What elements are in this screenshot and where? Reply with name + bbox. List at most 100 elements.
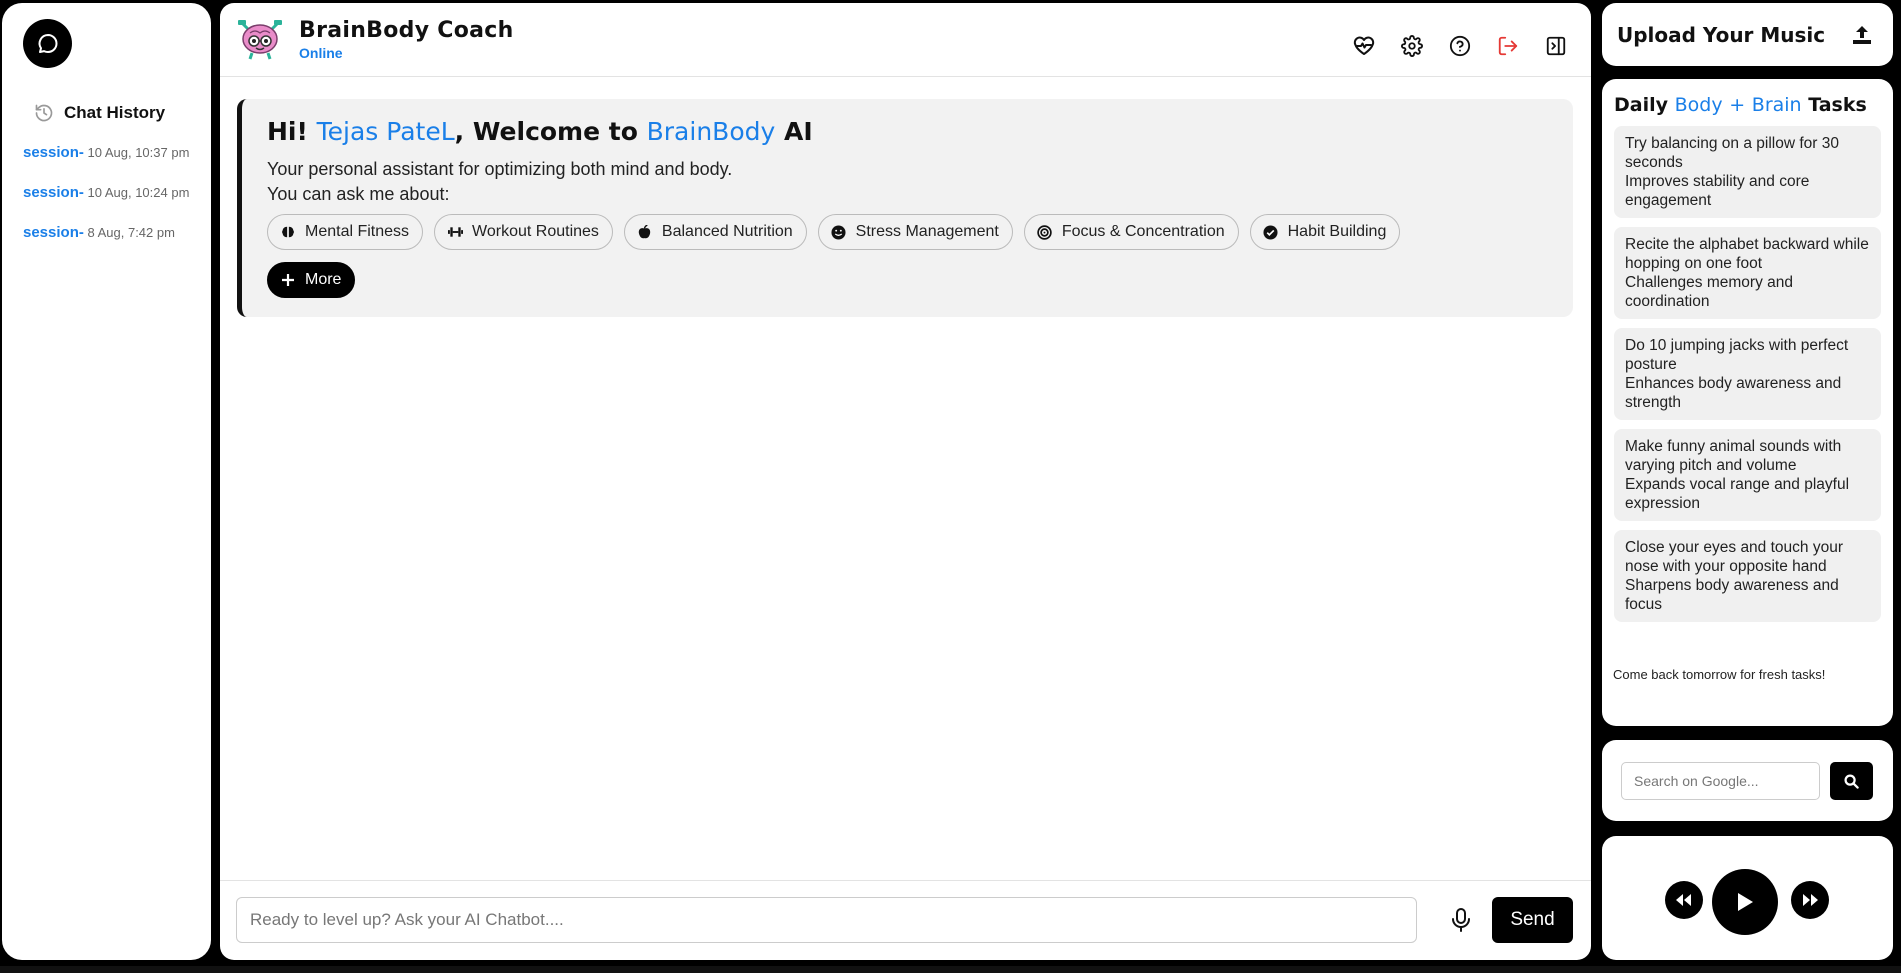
chat-bubble-icon bbox=[38, 33, 57, 53]
chip-label: Stress Management bbox=[855, 223, 999, 240]
chip-habit-building[interactable]: Habit Building bbox=[1249, 214, 1401, 250]
app-title: BrainBody Coach bbox=[299, 18, 514, 43]
sidebar-toggle-icon bbox=[1546, 36, 1566, 56]
welcome-title: Hi! Tejas PateL, Welcome to BrainBody AI bbox=[267, 117, 813, 146]
chat-history-label: Chat History bbox=[64, 103, 166, 122]
upload-icon[interactable] bbox=[1851, 24, 1873, 46]
tasks-title-body: Body bbox=[1674, 94, 1723, 116]
session-name: session- bbox=[23, 144, 84, 161]
chip-workout-routines[interactable]: Workout Routines bbox=[434, 214, 613, 250]
chat-history-header: Chat History bbox=[34, 103, 165, 123]
health-button[interactable] bbox=[1351, 33, 1377, 59]
dumbbell-icon bbox=[447, 227, 463, 237]
session-list: session- 10 Aug, 10:37 pm session- 10 Au… bbox=[23, 143, 203, 263]
more-topics-button[interactable]: More bbox=[267, 262, 356, 298]
fast-forward-icon bbox=[1803, 894, 1818, 906]
session-time: 10 Aug, 10:37 pm bbox=[87, 145, 190, 160]
chip-stress-management[interactable]: Stress Management bbox=[817, 214, 1013, 250]
chat-sidebar: Chat History session- 10 Aug, 10:37 pm s… bbox=[2, 3, 211, 960]
settings-button[interactable] bbox=[1399, 33, 1425, 59]
session-time: 8 Aug, 7:42 pm bbox=[87, 225, 175, 240]
topic-chips: Mental Fitness Workout Routines Balanced… bbox=[267, 214, 1467, 298]
plus-icon bbox=[282, 274, 294, 286]
google-search-input[interactable] bbox=[1621, 762, 1820, 800]
welcome-line-2: You can ask me about: bbox=[267, 184, 450, 204]
task-text: Recite the alphabet backward while hoppi… bbox=[1625, 236, 1869, 272]
session-item[interactable]: session- 10 Aug, 10:24 pm bbox=[23, 183, 203, 202]
toggle-panel-button[interactable] bbox=[1543, 33, 1569, 59]
help-button[interactable] bbox=[1447, 33, 1473, 59]
question-circle-icon bbox=[1449, 35, 1471, 57]
history-icon bbox=[35, 104, 53, 122]
play-icon bbox=[1738, 893, 1753, 911]
logout-icon bbox=[1498, 36, 1518, 56]
upload-music-title: Upload Your Music bbox=[1617, 23, 1826, 47]
session-time: 10 Aug, 10:24 pm bbox=[87, 185, 190, 200]
task-benefit: Sharpens body awareness and focus bbox=[1625, 577, 1839, 613]
chip-label: Balanced Nutrition bbox=[661, 223, 793, 240]
fast-forward-button[interactable] bbox=[1791, 881, 1829, 919]
chat-header: BrainBody Coach Online bbox=[220, 3, 1591, 77]
rewind-button[interactable] bbox=[1665, 881, 1703, 919]
brand-name: BrainBody bbox=[646, 117, 776, 146]
session-name: session- bbox=[23, 224, 84, 241]
welcome-greeting: Hi! bbox=[267, 117, 308, 146]
daily-tasks-title: Daily Body + Brain Tasks bbox=[1614, 94, 1867, 116]
chip-label: Workout Routines bbox=[472, 223, 599, 240]
target-icon bbox=[1037, 224, 1053, 240]
task-item: Recite the alphabet backward while hoppi… bbox=[1614, 227, 1881, 319]
task-benefit: Enhances body awareness and strength bbox=[1625, 375, 1842, 411]
logout-button[interactable] bbox=[1495, 33, 1521, 59]
more-label: More bbox=[305, 271, 342, 288]
task-text: Close your eyes and touch your nose with… bbox=[1625, 539, 1843, 575]
upload-music-card: Upload Your Music bbox=[1602, 3, 1893, 66]
header-actions bbox=[1351, 33, 1569, 59]
status-badge: Online bbox=[299, 45, 343, 61]
search-icon bbox=[1844, 773, 1859, 789]
microphone-icon[interactable] bbox=[1449, 907, 1473, 933]
apple-icon bbox=[639, 224, 651, 238]
welcome-to-text: , Welcome to bbox=[454, 117, 638, 146]
send-button[interactable]: Send bbox=[1492, 897, 1573, 943]
play-button[interactable] bbox=[1712, 869, 1778, 935]
google-search-button[interactable] bbox=[1830, 762, 1873, 800]
heart-pulse-icon bbox=[1353, 36, 1375, 55]
task-item: Close your eyes and touch your nose with… bbox=[1614, 530, 1881, 622]
chip-label: Habit Building bbox=[1287, 223, 1387, 240]
tasks-title-daily: Daily bbox=[1614, 94, 1669, 116]
music-player-card bbox=[1602, 836, 1893, 960]
session-name: session- bbox=[23, 184, 84, 201]
task-benefit: Challenges memory and coordination bbox=[1625, 274, 1794, 310]
chip-label: Focus & Concentration bbox=[1061, 223, 1225, 240]
gear-icon bbox=[1401, 35, 1423, 57]
chip-mental-fitness[interactable]: Mental Fitness bbox=[267, 214, 424, 250]
message-composer: Send bbox=[220, 880, 1591, 960]
brand-suffix: AI bbox=[784, 117, 813, 146]
chip-focus-concentration[interactable]: Focus & Concentration bbox=[1023, 214, 1239, 250]
smile-icon bbox=[831, 224, 846, 240]
session-item[interactable]: session- 10 Aug, 10:37 pm bbox=[23, 143, 203, 162]
message-input[interactable] bbox=[236, 897, 1417, 943]
chip-balanced-nutrition[interactable]: Balanced Nutrition bbox=[623, 214, 807, 250]
tasks-title-plus: + bbox=[1729, 94, 1746, 116]
tasks-title-brain: Brain bbox=[1751, 94, 1802, 116]
new-chat-button[interactable] bbox=[23, 19, 72, 68]
daily-tasks-card: Daily Body + Brain Tasks Try balancing o… bbox=[1602, 79, 1893, 726]
session-item[interactable]: session- 8 Aug, 7:42 pm bbox=[23, 223, 203, 242]
tasks-title-tasks: Tasks bbox=[1808, 94, 1867, 116]
task-item: Do 10 jumping jacks with perfect posture… bbox=[1614, 328, 1881, 420]
task-item: Make funny animal sounds with varying pi… bbox=[1614, 429, 1881, 521]
check-circle-icon bbox=[1263, 224, 1278, 240]
user-name: Tejas PateL bbox=[316, 117, 455, 146]
brain-mascot-logo bbox=[238, 20, 282, 60]
chip-label: Mental Fitness bbox=[305, 223, 410, 240]
task-text: Do 10 jumping jacks with perfect posture bbox=[1625, 337, 1849, 373]
task-text: Try balancing on a pillow for 30 seconds bbox=[1625, 135, 1839, 171]
chat-panel: BrainBody Coach Online Hi! Tejas PateL, … bbox=[220, 3, 1591, 960]
task-benefit: Improves stability and core engagement bbox=[1625, 173, 1810, 209]
bottom-strip bbox=[0, 966, 1901, 973]
welcome-card: Hi! Tejas PateL, Welcome to BrainBody AI… bbox=[237, 99, 1573, 317]
task-benefit: Expands vocal range and playful expressi… bbox=[1625, 476, 1850, 512]
task-list: Try balancing on a pillow for 30 seconds… bbox=[1614, 126, 1881, 631]
task-text: Make funny animal sounds with varying pi… bbox=[1625, 438, 1842, 474]
